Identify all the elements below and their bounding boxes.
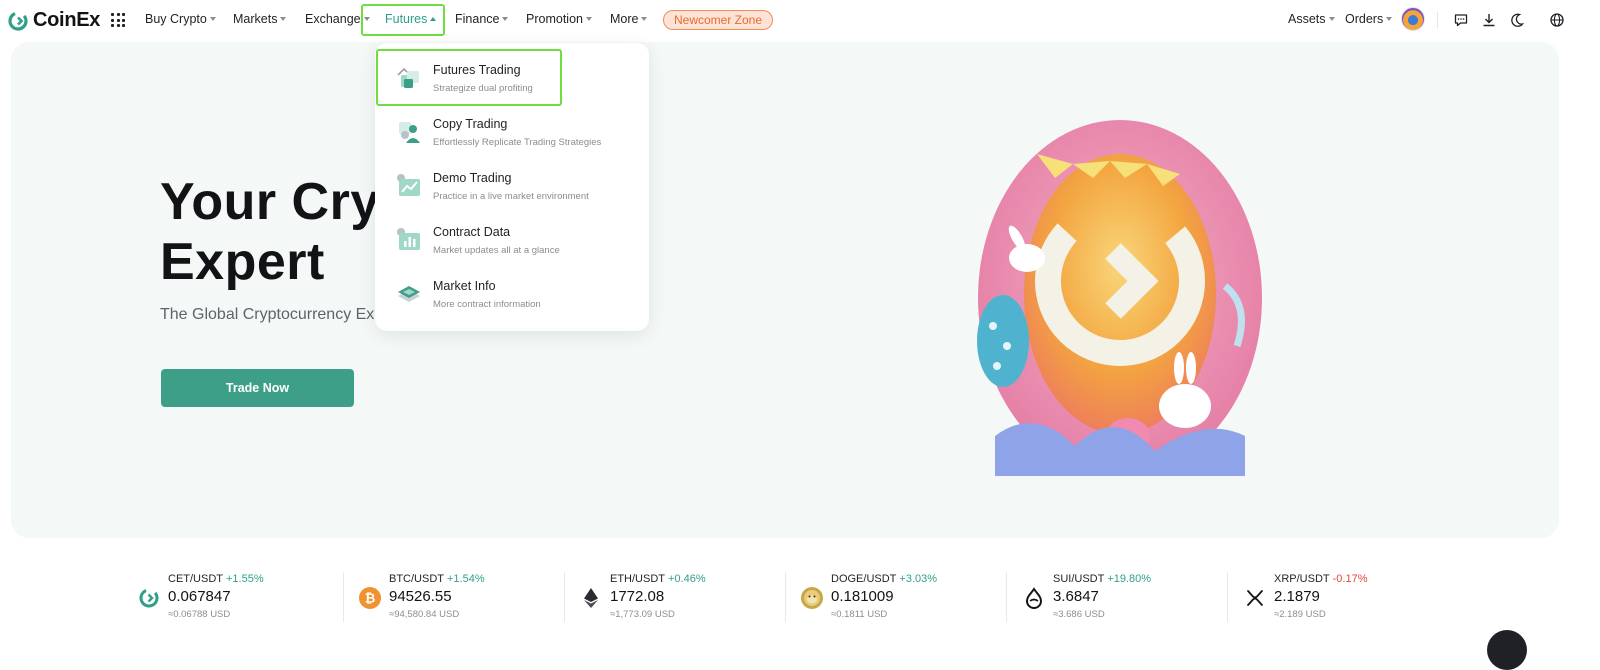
ticker-change: -0.17% [1332, 573, 1368, 585]
ticker-divider [564, 572, 565, 622]
ticker-price: 3.6847 [1053, 588, 1099, 605]
menu-item-description: Effortlessly Replicate Trading Strategie… [433, 137, 602, 148]
coinex-logo-icon [8, 10, 28, 31]
download-icon[interactable] [1481, 12, 1497, 28]
ticker-item-doge[interactable]: DOGE/USDT +3.03% 0.181009 ≈0.1811 USD [801, 572, 1022, 622]
ticker-item-xrp[interactable]: XRP/USDT -0.17% 2.1879 ≈2.189 USD [1244, 572, 1465, 622]
header-divider [1437, 12, 1438, 28]
ticker-pair: BTC/USDT +1.54% [389, 573, 485, 585]
chevron-down-icon [1386, 17, 1393, 21]
ticker-change: +0.46% [668, 573, 706, 585]
nav-finance[interactable]: Finance [455, 12, 509, 26]
copy-trading-icon [399, 122, 420, 143]
nav-exchange[interactable]: Exchange [305, 12, 370, 26]
ticker-price: 0.181009 [831, 588, 894, 605]
orders-menu[interactable]: Orders [1345, 12, 1393, 26]
contract-data-bar-icon [397, 228, 420, 250]
nav-buy-crypto[interactable]: Buy Crypto [145, 12, 216, 26]
globe-icon[interactable] [1549, 12, 1565, 28]
nav-futures[interactable]: Futures [385, 12, 437, 26]
market-ticker-bar: CET/USDT +1.55% 0.067847 ≈0.06788 USD ₿ B… [0, 560, 1600, 647]
ticker-usd-value: ≈0.06788 USD [168, 609, 231, 620]
ticker-pair: XRP/USDT -0.17% [1274, 573, 1368, 585]
ticker-change: +1.54% [447, 573, 485, 585]
ticker-divider [343, 572, 344, 622]
user-avatar[interactable] [1401, 7, 1425, 31]
ticker-price: 94526.55 [389, 588, 452, 605]
menu-item-title: Contract Data [433, 225, 511, 239]
xrp-icon [1247, 590, 1263, 606]
nav-markets[interactable]: Markets [233, 12, 287, 26]
chevron-down-icon [280, 17, 287, 21]
assets-menu[interactable]: Assets [1288, 12, 1335, 26]
chevron-down-icon [209, 17, 216, 21]
eth-icon [584, 588, 598, 608]
svg-text:₿: ₿ [365, 592, 376, 607]
ticker-usd-value: ≈3.686 USD [1053, 609, 1105, 620]
ticker-divider [785, 572, 786, 622]
ticker-usd-value: ≈2.189 USD [1274, 609, 1326, 620]
ticker-pair: SUI/USDT +19.80% [1053, 573, 1152, 585]
ticker-usd-value: ≈1,773.09 USD [610, 609, 675, 620]
ticker-change: +1.55% [226, 573, 264, 585]
doge-icon [801, 587, 823, 609]
menu-item-market-info[interactable]: Market Info More contract information [375, 267, 649, 321]
ticker-item-cet[interactable]: CET/USDT +1.55% 0.067847 ≈0.06788 USD [138, 572, 359, 622]
ticker-item-btc[interactable]: ₿ BTC/USDT +1.54% 94526.55 ≈94,580.84 USD [359, 572, 580, 622]
menu-item-copy-trading[interactable]: Copy Trading Effortlessly Replicate Trad… [375, 105, 649, 159]
market-info-layers-icon [398, 286, 420, 302]
ticker-usd-value: ≈0.1811 USD [831, 609, 888, 620]
moon-icon[interactable] [1509, 12, 1525, 28]
ticker-price: 0.067847 [168, 588, 231, 605]
hero-subtitle: The Global Cryptocurrency Exc [160, 306, 383, 323]
ticker-item-sui[interactable]: SUI/USDT +19.80% 3.6847 ≈3.686 USD [1023, 572, 1244, 622]
ticker-divider [1227, 572, 1228, 622]
ticker-item-eth[interactable]: ETH/USDT +0.46% 1772.08 ≈1,773.09 USD [580, 572, 801, 622]
cet-icon [139, 588, 159, 608]
ticker-divider [1006, 572, 1007, 622]
trade-now-button[interactable]: Trade Now [161, 369, 354, 407]
menu-item-futures-trading[interactable]: Futures Trading Strategize dual profitin… [375, 51, 649, 105]
chevron-down-icon [1328, 17, 1335, 21]
chevron-up-icon [430, 17, 437, 21]
menu-item-description: Practice in a live market environment [433, 191, 589, 202]
menu-item-description: More contract information [433, 299, 541, 310]
nav-more[interactable]: More [610, 12, 648, 26]
ticker-price: 2.1879 [1274, 588, 1320, 605]
newcomer-zone-button[interactable]: Newcomer Zone [663, 10, 774, 30]
ticker-pair: CET/USDT +1.55% [168, 573, 264, 585]
menu-item-title: Demo Trading [433, 171, 512, 185]
futures-dropdown-menu: Futures Trading Strategize dual profitin… [375, 43, 649, 331]
menu-item-title: Futures Trading [433, 63, 521, 77]
ticker-usd-value: ≈94,580.84 USD [389, 609, 460, 620]
brand-name: CoinEx [33, 9, 101, 31]
chevron-down-icon [502, 17, 509, 21]
menu-item-title: Copy Trading [433, 117, 508, 131]
apps-grid-icon[interactable] [111, 13, 125, 27]
ticker-pair: DOGE/USDT +3.03% [831, 573, 938, 585]
demo-trading-chart-icon [397, 174, 420, 196]
coinex-logo[interactable]: CoinEx [8, 9, 100, 32]
ticker-change: +3.03% [899, 573, 938, 585]
nav-promotion[interactable]: Promotion [526, 12, 592, 26]
sui-icon [1025, 587, 1043, 609]
easter-egg-illustration [977, 120, 1262, 476]
ticker-pair: ETH/USDT +0.46% [610, 573, 706, 585]
ticker-change: +19.80% [1107, 573, 1152, 585]
menu-item-contract-data[interactable]: Contract Data Market updates all at a gl… [375, 213, 649, 267]
menu-item-title: Market Info [433, 279, 496, 293]
ticker-price: 1772.08 [610, 588, 665, 605]
menu-item-demo-trading[interactable]: Demo Trading Practice in a live market e… [375, 159, 649, 213]
menu-item-description: Market updates all at a glance [433, 245, 560, 256]
chevron-down-icon [585, 17, 592, 21]
support-chat-button[interactable] [1487, 630, 1527, 670]
message-icon[interactable] [1453, 12, 1469, 28]
futures-trading-icon [397, 67, 419, 88]
menu-item-description: Strategize dual profiting [433, 83, 533, 94]
btc-icon: ₿ [359, 587, 381, 609]
chevron-down-icon [641, 17, 648, 21]
top-navbar: CoinEx Buy Crypto Markets Exchange Futur… [0, 0, 1600, 40]
